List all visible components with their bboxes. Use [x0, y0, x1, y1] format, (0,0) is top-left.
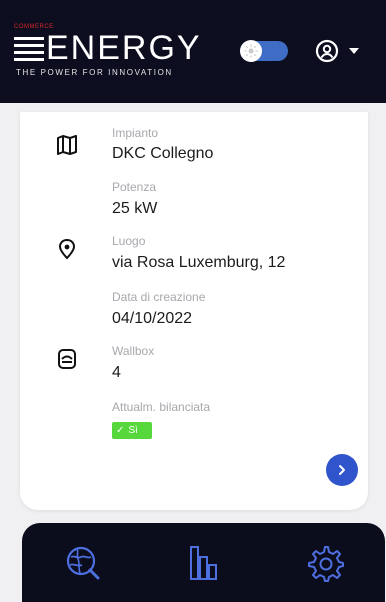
wallbox-label: Wallbox — [112, 344, 155, 358]
status-badge: ✓ Sì — [112, 422, 152, 439]
logo-lines-icon — [14, 35, 44, 61]
user-menu-button[interactable] — [315, 38, 359, 64]
potenza-value: 25 kW — [112, 200, 158, 217]
logo-tagline: THE POWER FOR INNOVATION — [16, 68, 173, 77]
wallbox-value: 4 — [112, 364, 121, 381]
next-button[interactable] — [326, 454, 358, 486]
location-pin-icon — [58, 238, 76, 260]
sun-icon — [240, 40, 262, 62]
map-icon — [57, 135, 77, 155]
data-creazione-label: Data di creazione — [112, 290, 206, 304]
impianto-value: DKC Collegno — [112, 145, 214, 162]
logo-text: ENERGY — [46, 29, 202, 67]
impianto-label: Impianto — [112, 126, 159, 140]
logo[interactable]: ENERGY — [14, 28, 202, 68]
potenza-label: Potenza — [112, 180, 157, 194]
luogo-value: via Rosa Luxemburg, 12 — [112, 254, 286, 271]
nav-item-statistics[interactable] — [143, 523, 264, 602]
globe-search-icon — [66, 546, 99, 579]
bar-chart-icon — [189, 545, 217, 580]
chevron-right-icon — [339, 465, 345, 475]
bilanciata-value: Sì — [128, 425, 138, 436]
bottom-navigation — [22, 523, 385, 602]
wallbox-icon — [58, 349, 76, 369]
data-creazione-value: 04/10/2022 — [112, 310, 193, 327]
settings-gear-icon — [307, 545, 344, 582]
user-circle-icon — [315, 39, 339, 63]
plant-detail-card: Impianto DKC Collegno Potenza 25 kW Luog… — [20, 112, 368, 510]
luogo-label: Luogo — [112, 234, 146, 248]
nav-item-settings[interactable] — [264, 523, 385, 602]
theme-toggle[interactable] — [240, 40, 288, 62]
check-icon: ✓ — [116, 425, 125, 436]
app-header: COMMERCE ENERGY THE POWER FOR INNOVATION — [0, 0, 386, 103]
bilanciata-label: Attualm. bilanciata — [112, 400, 211, 414]
nav-item-explore[interactable] — [22, 523, 143, 602]
chevron-down-icon — [349, 48, 359, 54]
